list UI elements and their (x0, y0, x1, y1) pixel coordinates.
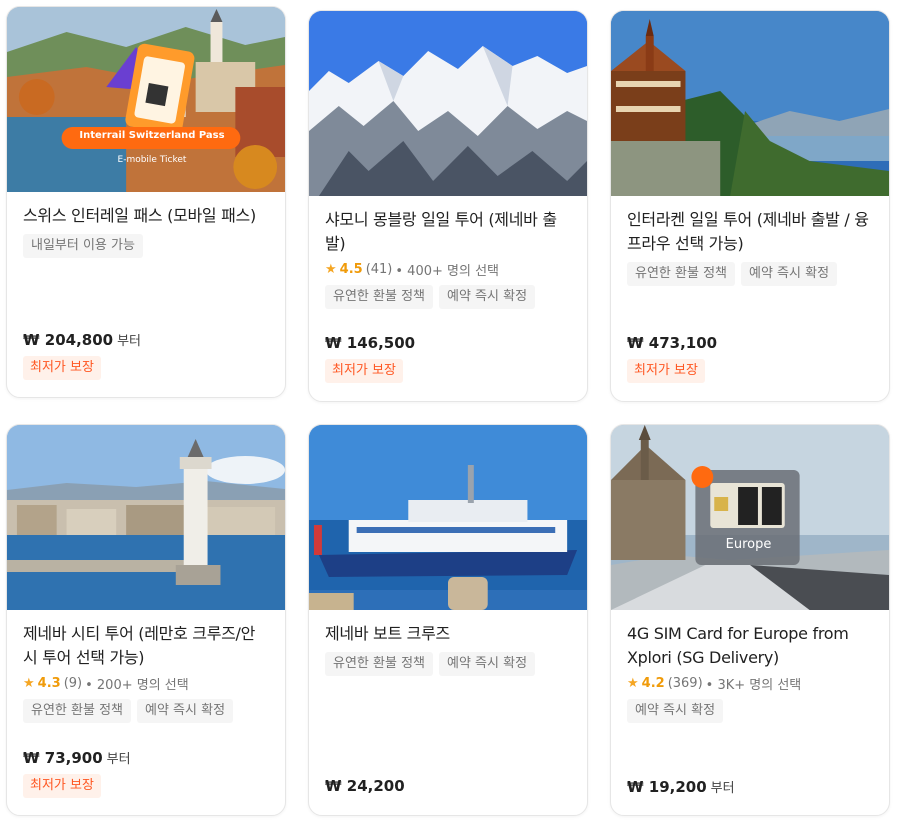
tag: 유연한 환불 정책 (627, 262, 735, 286)
tag: 예약 즉시 확정 (439, 285, 536, 309)
price-value: ₩ 73,900 (23, 749, 103, 767)
sim-card-europe-label: Europe (725, 537, 772, 552)
product-title[interactable]: 제네바 시티 투어 (레만호 크루즈/안시 투어 선택 가능) (23, 622, 269, 670)
product-card-interlaken[interactable]: 인터라켄 일일 투어 (제네바 출발 / 융프라우 선택 가능) 유연한 환불 … (610, 10, 890, 402)
product-image (309, 11, 587, 196)
product-card-geneva-boat[interactable]: 제네바 보트 크루즈 유연한 환불 정책 예약 즉시 확정 ₩ 24,200 (308, 424, 588, 816)
product-title[interactable]: 제네바 보트 크루즈 (325, 622, 571, 646)
tag: 예약 즉시 확정 (439, 652, 536, 676)
tag: 예약 즉시 확정 (627, 699, 724, 723)
tag: 내일부터 이용 가능 (23, 234, 143, 258)
tag: 유연한 환불 정책 (325, 285, 433, 309)
star-icon: ★ (627, 676, 639, 691)
product-image: Europe (611, 425, 889, 610)
product-image (611, 11, 889, 196)
booked-count: • 400+ 명의 선택 (395, 264, 499, 279)
review-count: (369) (667, 676, 703, 691)
product-card-chamonix[interactable]: 샤모니 몽블랑 일일 투어 (제네바 출발) ★ 4.5 (41) • 400+… (308, 10, 588, 402)
tag: 예약 즉시 확정 (137, 699, 234, 723)
price: ₩ 19,200 부터 (627, 777, 735, 796)
product-card-sim[interactable]: Europe 4G SIM Card for Europe from Xplor… (610, 424, 890, 816)
price-value: ₩ 473,100 (627, 334, 718, 352)
price: ₩ 24,200 (325, 777, 405, 795)
tag: 예약 즉시 확정 (741, 262, 838, 286)
product-card-geneva-city[interactable]: 제네바 시티 투어 (레만호 크루즈/안시 투어 선택 가능) ★ 4.3 (9… (6, 424, 286, 816)
image-pass-name: Interrail Switzerland Pass (79, 130, 225, 141)
rating-row: ★ 4.2 (369) • 3K+ 명의 선택 (627, 674, 873, 693)
rating-value: 4.5 (339, 262, 363, 277)
price-suffix: 부터 (106, 752, 131, 767)
price-value: ₩ 204,800 (23, 331, 114, 349)
price-value: ₩ 19,200 (627, 778, 707, 796)
price: ₩ 73,900 부터 (23, 748, 131, 767)
rating-value: 4.3 (37, 676, 61, 691)
price: ₩ 473,100 (627, 334, 717, 352)
price: ₩ 146,500 (325, 334, 415, 352)
review-count: (9) (63, 676, 83, 691)
product-image (7, 425, 285, 610)
review-count: (41) (365, 262, 393, 277)
product-image: Interrail Switzerland Pass E-mobile Tick… (7, 7, 285, 192)
tag: 유연한 환불 정책 (325, 652, 433, 676)
price-suffix: 부터 (117, 334, 142, 349)
product-title[interactable]: 4G SIM Card for Europe from Xplori (SG D… (627, 622, 873, 670)
booked-count: • 200+ 명의 선택 (85, 678, 189, 693)
booked-count: • 3K+ 명의 선택 (705, 678, 802, 693)
lowest-price-badge: 최저가 보장 (627, 359, 705, 383)
star-icon: ★ (325, 262, 337, 277)
lowest-price-badge: 최저가 보장 (325, 359, 403, 383)
image-ticket-label: E-mobile Ticket (117, 155, 187, 165)
rating-row: ★ 4.5 (41) • 400+ 명의 선택 (325, 260, 571, 279)
product-title[interactable]: 샤모니 몽블랑 일일 투어 (제네바 출발) (325, 208, 571, 256)
star-icon: ★ (23, 676, 35, 691)
product-image (309, 425, 587, 610)
lowest-price-badge: 최저가 보장 (23, 774, 101, 798)
product-title[interactable]: 인터라켄 일일 투어 (제네바 출발 / 융프라우 선택 가능) (627, 208, 873, 256)
lowest-price-badge: 최저가 보장 (23, 356, 101, 380)
price-value: ₩ 24,200 (325, 777, 405, 795)
rating-value: 4.2 (641, 676, 665, 691)
price-suffix: 부터 (710, 781, 735, 796)
rating-row: ★ 4.3 (9) • 200+ 명의 선택 (23, 674, 269, 693)
tag: 유연한 환불 정책 (23, 699, 131, 723)
price: ₩ 204,800 부터 (23, 330, 141, 349)
product-card-swiss-pass[interactable]: Interrail Switzerland Pass E-mobile Tick… (6, 6, 286, 398)
price-value: ₩ 146,500 (325, 334, 416, 352)
product-title[interactable]: 스위스 인터레일 패스 (모바일 패스) (23, 204, 269, 228)
